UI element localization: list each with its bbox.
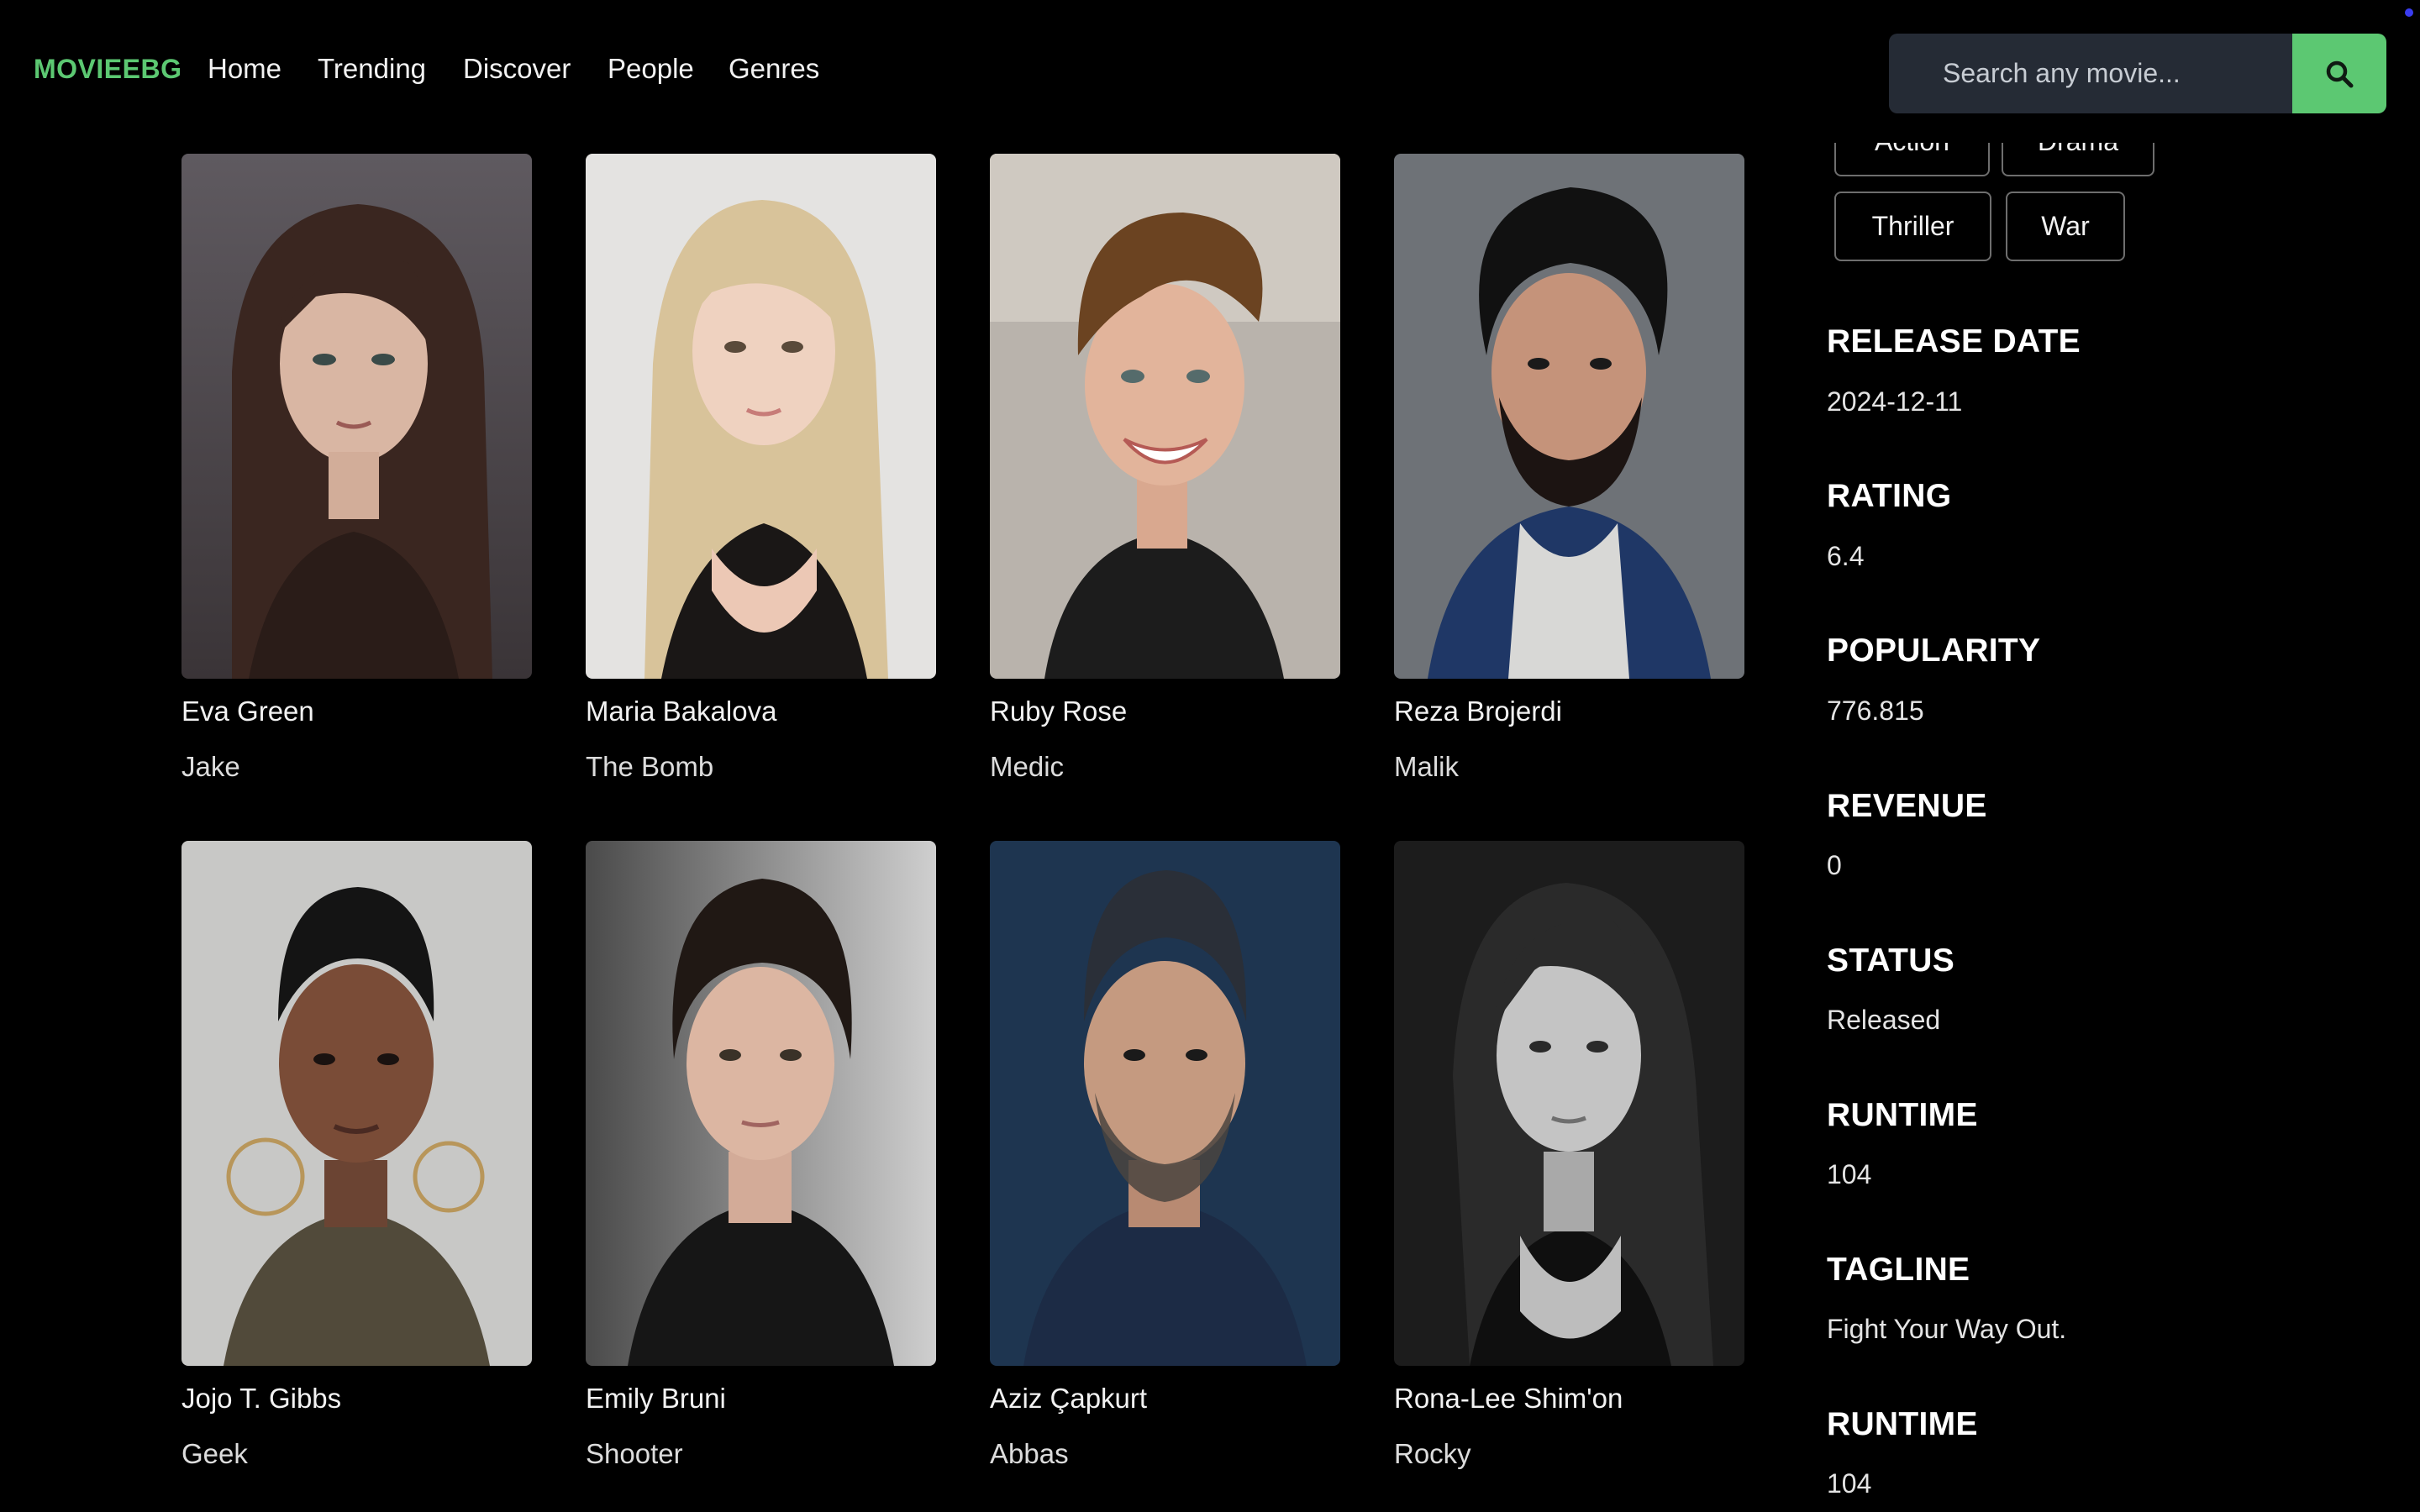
search-icon — [2326, 60, 2354, 87]
tagline-label: TAGLINE — [1827, 1252, 1970, 1288]
cast-card[interactable]: Eva Green Jake — [182, 154, 532, 783]
genre-tag-war[interactable]: War — [2006, 192, 2125, 261]
runtime-label-repeat: RUNTIME — [1827, 1406, 1978, 1442]
cast-name: Rona-Lee Shim'on — [1394, 1383, 1623, 1414]
cast-role: Rocky — [1394, 1438, 1471, 1469]
cast-name: Jojo T. Gibbs — [182, 1383, 342, 1414]
cast-name: Maria Bakalova — [586, 696, 777, 727]
cast-card[interactable]: Aziz Çapkurt Abbas — [990, 841, 1340, 1470]
cast-card[interactable]: Maria Bakalova The Bomb — [586, 154, 936, 783]
popularity-value: 776.815 — [1827, 696, 1924, 726]
genre-tag-thriller[interactable]: Thriller — [1834, 192, 1991, 261]
nav-link-people[interactable]: People — [608, 53, 694, 85]
status-value: Released — [1827, 1005, 1941, 1035]
nav-link-home[interactable]: Home — [208, 53, 281, 85]
cast-card[interactable]: Emily Bruni Shooter — [586, 841, 936, 1470]
release-date-label: RELEASE DATE — [1827, 323, 2081, 360]
status-label: STATUS — [1827, 942, 1955, 979]
cast-name: Reza Brojerdi — [1394, 696, 1562, 727]
cast-photo-jojo-gibbs — [182, 841, 532, 1366]
site-logo[interactable]: MOVIEEBG — [34, 54, 182, 85]
cast-photo-rona-lee-shimon — [1394, 841, 1744, 1366]
runtime-value-repeat: 104 — [1827, 1468, 1872, 1499]
status-dot — [2405, 8, 2413, 17]
cast-photo-emily-bruni — [586, 841, 936, 1366]
navbar: MOVIEEBG Home Trending Discover People G… — [0, 0, 2420, 143]
cast-role: Abbas — [990, 1438, 1069, 1469]
search-button[interactable] — [2292, 34, 2386, 113]
cast-photo-eva-green — [182, 154, 532, 679]
cast-role: Malik — [1394, 751, 1460, 782]
rating-value: 6.4 — [1827, 541, 1865, 571]
cast-role: Jake — [182, 751, 240, 782]
cast-photo-maria-bakalova — [586, 154, 936, 679]
cast-card[interactable]: Jojo T. Gibbs Geek — [182, 841, 532, 1470]
cast-name: Aziz Çapkurt — [990, 1383, 1148, 1414]
rating-label: RATING — [1827, 478, 1952, 514]
cast-role: Geek — [182, 1438, 248, 1469]
cast-name: Ruby Rose — [990, 696, 1128, 727]
cast-card[interactable]: Rona-Lee Shim'on Rocky — [1394, 841, 1744, 1470]
cast-photo-aziz-capkurt — [990, 841, 1340, 1366]
movie-details-page: Eva Green Jake Maria Bakalova The Bomb R… — [0, 0, 2420, 1512]
popularity-label: POPULARITY — [1827, 633, 2041, 669]
cast-card[interactable]: Ruby Rose Medic — [990, 154, 1340, 783]
cast-card[interactable]: Reza Brojerdi Malik — [1394, 154, 1744, 783]
search-input[interactable] — [1889, 34, 2292, 113]
nav-link-discover[interactable]: Discover — [463, 53, 571, 85]
revenue-label: REVENUE — [1827, 788, 1987, 824]
tagline-value: Fight Your Way Out. — [1827, 1314, 2067, 1344]
cast-photo-reza-brojerdi — [1394, 154, 1744, 679]
cast-name: Emily Bruni — [586, 1383, 726, 1414]
release-date-value: 2024-12-11 — [1827, 386, 1963, 417]
runtime-value: 104 — [1827, 1159, 1872, 1189]
revenue-value: 0 — [1827, 850, 1842, 880]
cast-role: Medic — [990, 751, 1065, 782]
runtime-label: RUNTIME — [1827, 1097, 1978, 1133]
cast-photo-ruby-rose — [990, 154, 1340, 679]
nav-link-genres[interactable]: Genres — [729, 53, 819, 85]
nav-link-trending[interactable]: Trending — [318, 53, 426, 85]
cast-role: The Bomb — [586, 751, 714, 782]
cast-name: Eva Green — [182, 696, 314, 727]
cast-role: Shooter — [586, 1438, 683, 1469]
